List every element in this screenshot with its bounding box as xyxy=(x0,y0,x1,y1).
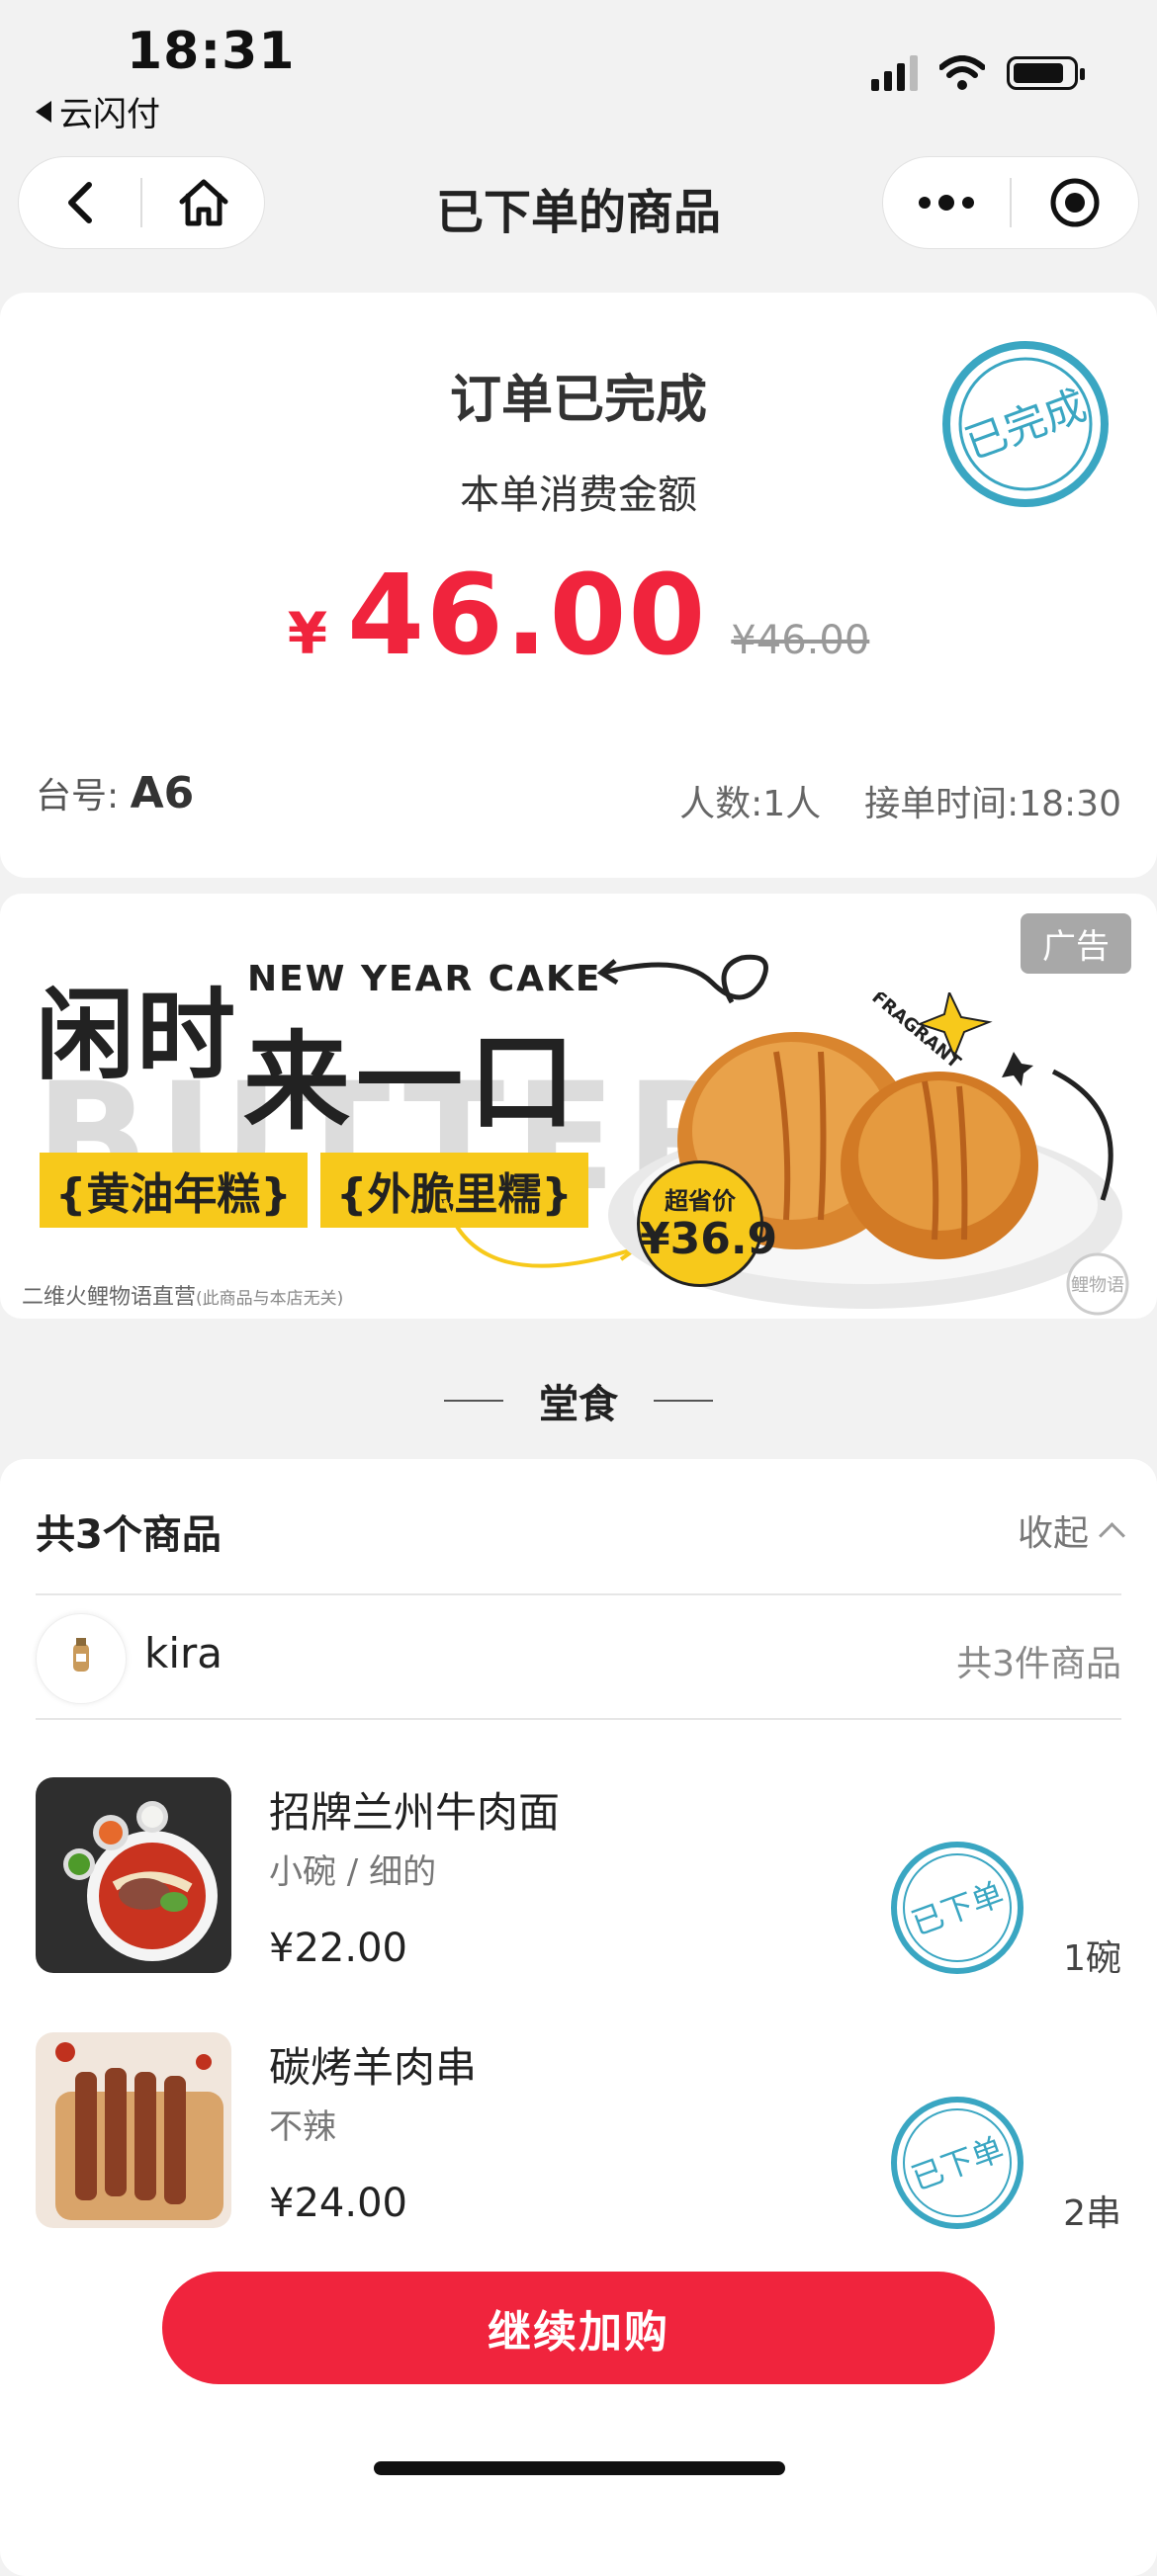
item-price: ¥24.00 xyxy=(269,2181,407,2226)
beef-noodle-image xyxy=(36,1777,231,1973)
price-row: ¥ 46.00 ¥46.00 xyxy=(0,552,1157,680)
ordered-stamp-text: 已下单 xyxy=(907,2130,1009,2198)
chevron-up-icon xyxy=(1099,1521,1125,1549)
list-item[interactable]: 招牌兰州牛肉面 小碗 / 细的 ¥22.00 已下单 1碗 xyxy=(36,1777,1121,1979)
ad-banner[interactable]: BUTTER 闲时 NEW YEAR CAKE 来一口 {黄油年糕} {外脆里糯… xyxy=(0,894,1157,1319)
list-item[interactable]: 碳烤羊肉串 不辣 ¥24.00 已下单 2串 xyxy=(36,2032,1121,2234)
ad-footer: 二维火鲤物语直营(此商品与本店无关) xyxy=(22,1279,343,1311)
ad-chip-1: {黄油年糕} xyxy=(40,1153,308,1228)
currency-symbol: ¥ xyxy=(287,600,328,667)
items-count-title: 共3个商品 xyxy=(36,1512,222,1558)
more-button[interactable] xyxy=(883,157,1010,248)
user-name: kira xyxy=(144,1629,222,1677)
order-time: 接单时间:18:30 xyxy=(864,784,1121,824)
order-meta: 人数:1人 接单时间:18:30 xyxy=(679,775,1121,826)
item-spec: 不辣 xyxy=(269,2107,336,2147)
nav-right-capsule xyxy=(882,156,1139,249)
ordered-stamp-text: 已下单 xyxy=(907,1875,1009,1943)
item-quantity: 2串 xyxy=(1063,2193,1121,2234)
divider xyxy=(36,1593,1121,1595)
wifi-icon xyxy=(939,55,985,90)
collapse-button[interactable]: 收起 xyxy=(1017,1504,1125,1556)
avatar-image xyxy=(73,1638,89,1672)
status-time: 18:31 xyxy=(127,22,296,81)
ad-headline-en: NEW YEAR CAKE xyxy=(247,959,602,999)
back-to-app-link[interactable]: 云闪付 xyxy=(36,87,160,135)
ad-headline-1: 闲时 xyxy=(36,978,237,1093)
item-price: ¥22.00 xyxy=(269,1926,407,1971)
lamb-skewer-image xyxy=(36,2032,231,2228)
ad-brand-text: 鲤物语 xyxy=(1071,1275,1124,1296)
order-amount: 46.00 xyxy=(347,552,708,680)
user-item-count: 共3件商品 xyxy=(956,1644,1121,1684)
back-app-label: 云闪付 xyxy=(59,95,160,134)
avatar xyxy=(36,1613,127,1704)
section-line-left xyxy=(444,1400,503,1402)
ad-price-badge: 超省价 ¥36.9 xyxy=(637,1160,778,1287)
item-quantity: 1碗 xyxy=(1063,1938,1121,1979)
item-name: 碳烤羊肉串 xyxy=(269,2043,478,2092)
table-value: A6 xyxy=(130,768,195,818)
ad-tag: 广告 xyxy=(1021,913,1131,974)
back-triangle-icon xyxy=(36,100,51,123)
ordered-stamp: 已下单 xyxy=(891,2097,1024,2229)
table-label: 台号: xyxy=(36,776,120,816)
ad-headline-2: 来一口 xyxy=(243,1021,582,1145)
record-circle-icon xyxy=(1050,178,1100,227)
status-icons xyxy=(871,55,1085,91)
ad-badge-price: ¥36.9 xyxy=(640,1214,778,1264)
item-image xyxy=(36,2032,231,2228)
ad-footer-note: (此商品与本店无关) xyxy=(196,1289,344,1309)
item-image xyxy=(36,1777,231,1973)
section-title-text: 堂食 xyxy=(539,1382,618,1427)
section-title: 堂食 xyxy=(0,1372,1157,1429)
signal-icon xyxy=(871,55,918,91)
section-line-right xyxy=(654,1400,713,1402)
completed-stamp-text: 已完成 xyxy=(959,381,1093,469)
ad-footer-text: 二维火鲤物语直营 xyxy=(22,1285,197,1310)
more-dots-icon xyxy=(919,195,974,211)
item-name: 招牌兰州牛肉面 xyxy=(269,1788,561,1837)
item-spec: 小碗 / 细的 xyxy=(269,1852,437,1892)
ordered-stamp: 已下单 xyxy=(891,1842,1024,1974)
ad-badge-label: 超省价 xyxy=(665,1187,736,1215)
completed-stamp: 已完成 xyxy=(942,341,1109,507)
home-indicator xyxy=(374,2461,785,2475)
table-info: 台号: A6 xyxy=(36,767,194,818)
battery-icon xyxy=(1007,56,1085,90)
continue-order-button[interactable]: 继续加购 xyxy=(162,2272,995,2384)
divider xyxy=(36,1718,1121,1720)
collapse-label: 收起 xyxy=(1017,1513,1089,1554)
order-summary-card: 订单已完成 本单消费金额 ¥ 46.00 ¥46.00 已完成 台号: A6 人… xyxy=(0,293,1157,878)
original-amount: ¥46.00 xyxy=(731,618,870,663)
close-miniapp-button[interactable] xyxy=(1012,157,1138,248)
people-count: 人数:1人 xyxy=(679,784,822,824)
